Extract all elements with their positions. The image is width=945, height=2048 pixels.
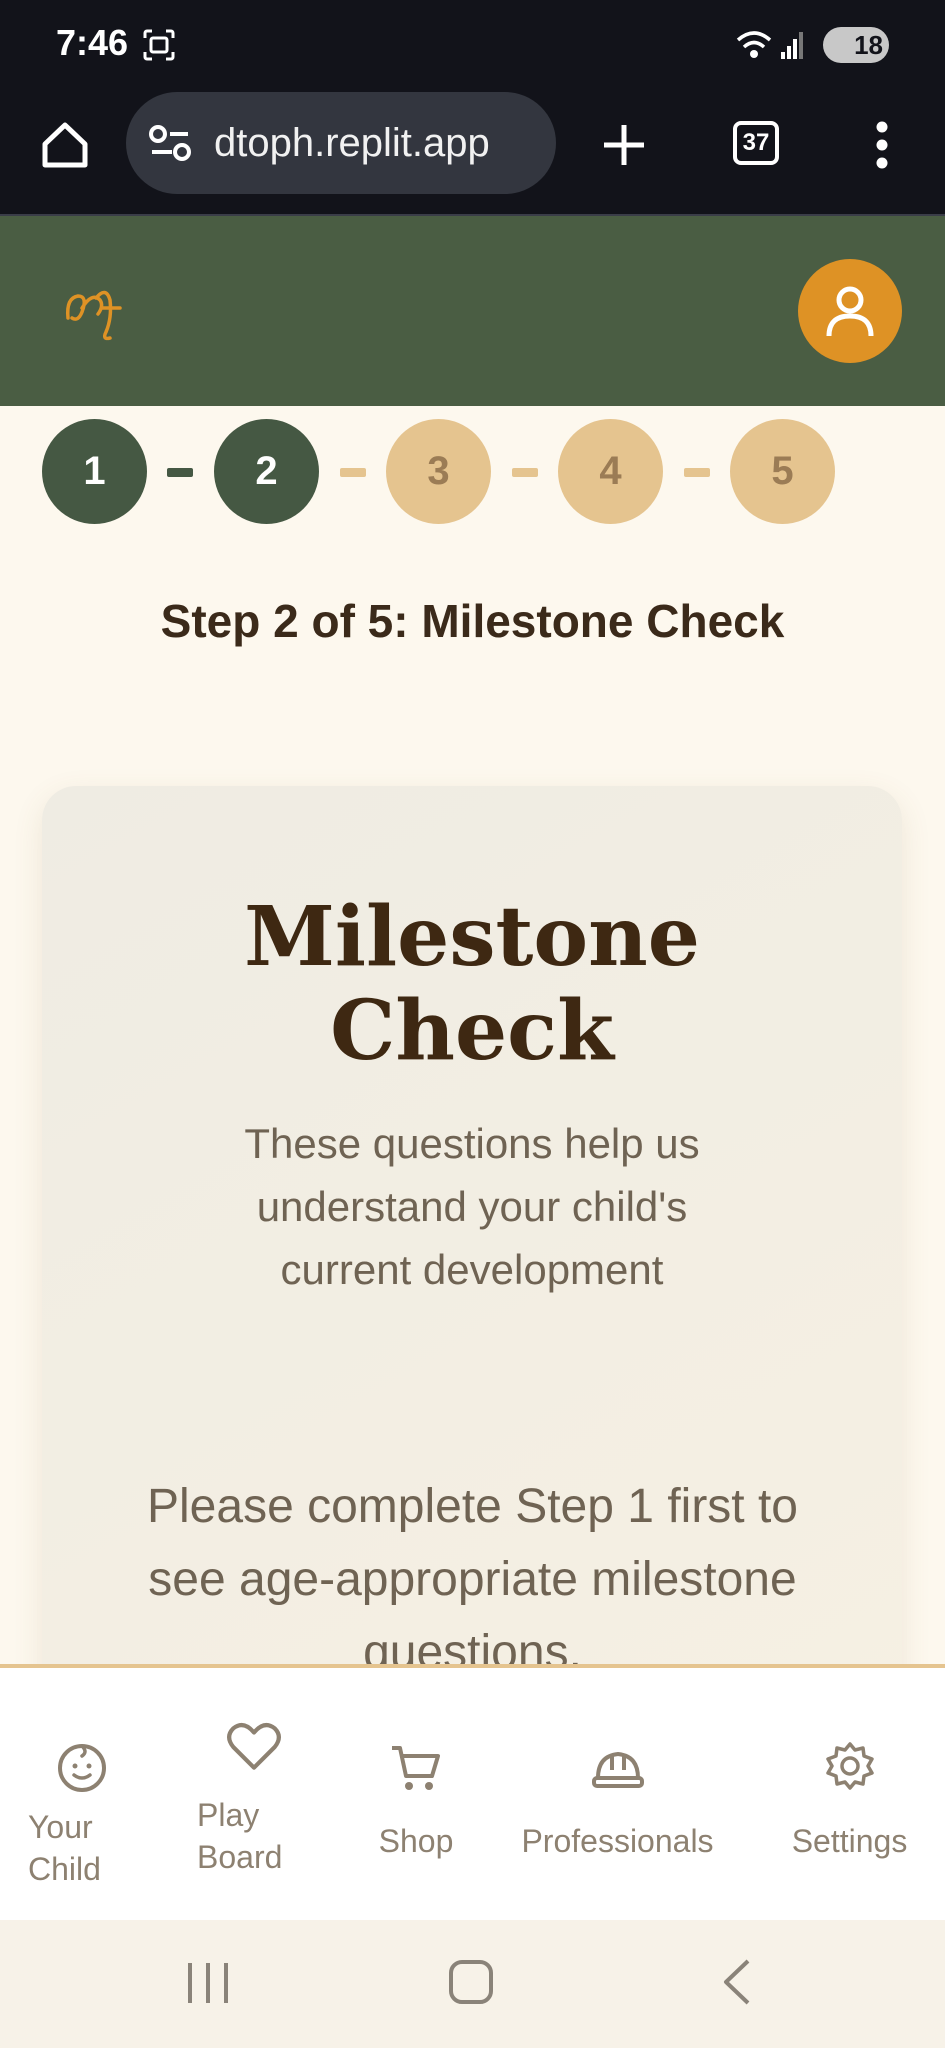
step-1-circle: 1 (42, 419, 147, 524)
profile-button[interactable] (798, 259, 902, 363)
address-bar[interactable]: dtoph.replit.app (126, 92, 556, 194)
step-number: 3 (427, 449, 450, 493)
baby-face-icon (58, 1744, 106, 1792)
gear-icon (825, 1742, 874, 1790)
step-connector (512, 468, 538, 477)
step-connector (167, 468, 193, 477)
battery-indicator: 18 (823, 27, 889, 63)
nav-play-board[interactable]: Play Board (197, 1718, 317, 1878)
hard-hat-icon (591, 1751, 644, 1788)
wifi-icon (736, 31, 772, 58)
nav-label: Professionals (521, 1823, 714, 1859)
overflow-menu-icon[interactable] (872, 120, 892, 170)
home-button-icon[interactable] (448, 1959, 494, 2005)
step-connector (684, 468, 710, 477)
prerequisite-notice: Please complete Step 1 first to see age-… (147, 1480, 798, 1679)
status-time: 7:46 (56, 22, 129, 63)
nav-label: Board (197, 1839, 283, 1875)
tab-count: 37 (742, 129, 770, 156)
nav-shop[interactable]: Shop (366, 1740, 466, 1862)
step-number: 5 (771, 449, 794, 493)
signal-icon (781, 32, 803, 59)
tab-switcher-button[interactable]: 37 (733, 121, 779, 165)
battery-level: 18 (854, 29, 883, 60)
step-5-circle: 5 (730, 419, 835, 524)
card-subtitle: These questions help us understand your … (244, 1120, 700, 1293)
heart-icon (227, 1722, 281, 1770)
script-logo-icon[interactable] (62, 278, 132, 348)
screenshot-icon (143, 29, 175, 61)
cart-icon (392, 1746, 440, 1790)
step-number: 2 (255, 449, 278, 493)
site-settings-icon[interactable] (148, 123, 192, 163)
step-3-circle: 3 (386, 419, 491, 524)
nav-your-child[interactable]: Your Child (28, 1740, 138, 1890)
recent-apps-icon[interactable] (186, 1960, 230, 2006)
step-number: 4 (599, 449, 622, 493)
nav-label: Settings (791, 1823, 908, 1859)
back-icon[interactable] (720, 1958, 754, 2006)
step-connector (340, 468, 366, 477)
step-4-circle: 4 (558, 419, 663, 524)
home-icon[interactable] (40, 120, 90, 170)
nav-label: Shop (378, 1823, 454, 1859)
card-title-line: Milestone (244, 889, 700, 985)
nav-label: Your (28, 1809, 93, 1845)
nav-professionals[interactable]: Professionals (510, 1740, 725, 1862)
nav-label: Child (28, 1851, 101, 1887)
step-2-circle: 2 (214, 419, 319, 524)
nav-label: Play (197, 1797, 260, 1833)
card-title-line: Check (330, 983, 614, 1079)
nav-settings[interactable]: Settings (782, 1740, 917, 1862)
new-tab-icon[interactable] (601, 122, 647, 168)
card-title: Milestone Check (42, 890, 902, 1078)
user-icon (826, 286, 874, 337)
url-text: dtoph.replit.app (214, 120, 490, 165)
step-caption: Step 2 of 5: Milestone Check (160, 595, 785, 647)
step-number: 1 (83, 449, 106, 493)
